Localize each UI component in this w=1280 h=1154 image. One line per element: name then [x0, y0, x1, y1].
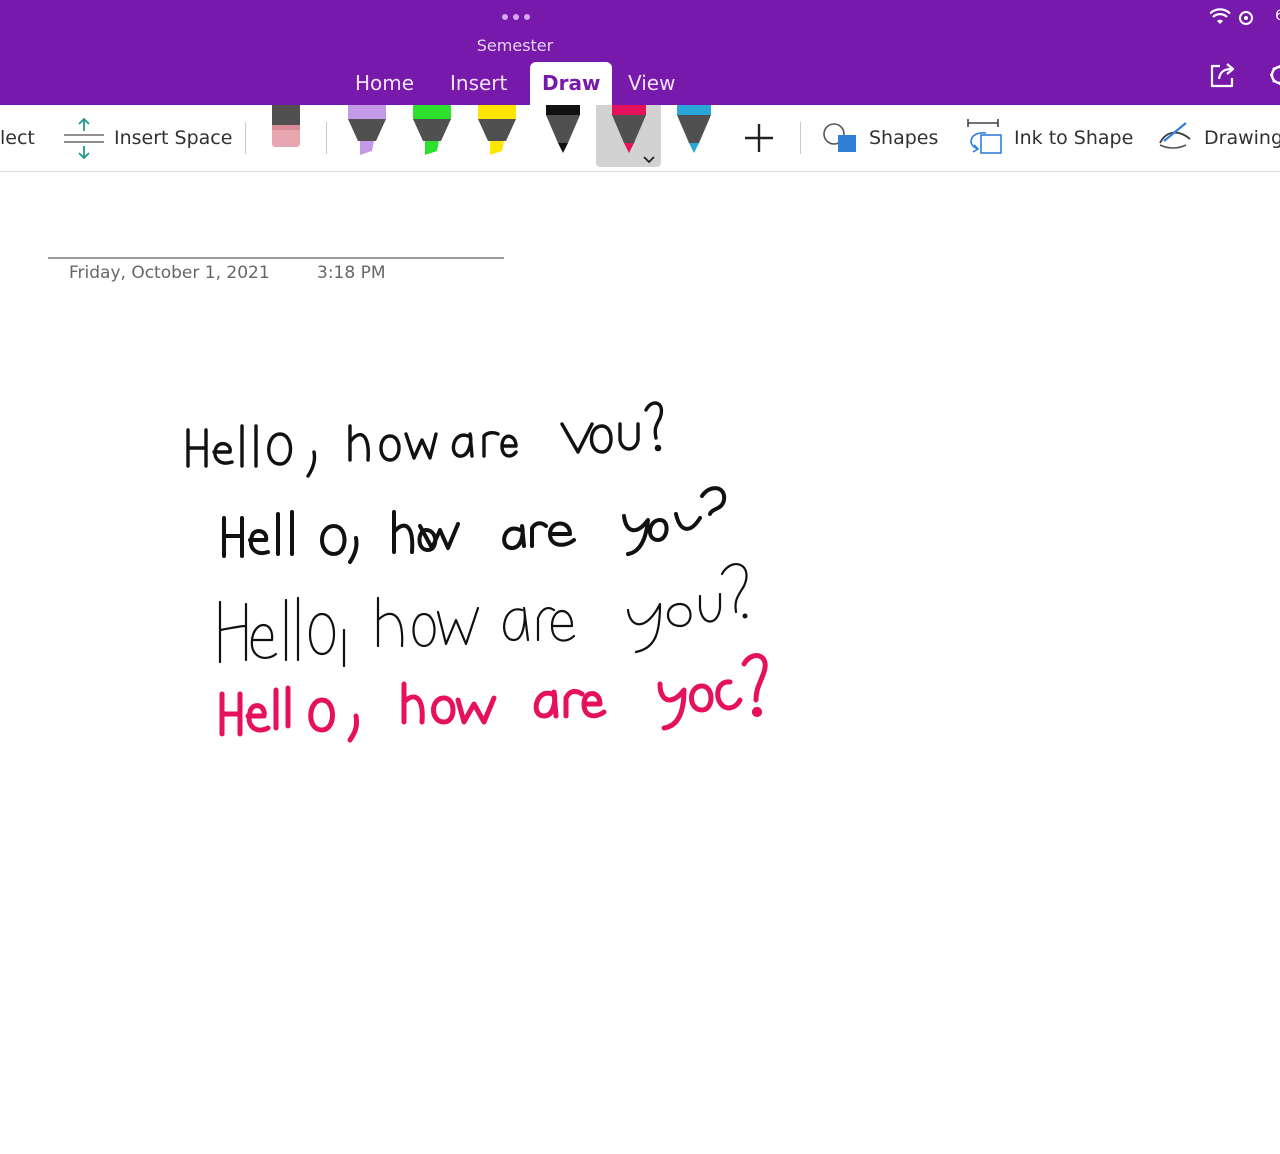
handwriting-line: [219, 653, 768, 743]
handwriting-line: [222, 486, 727, 564]
handwriting-line: [186, 401, 664, 478]
handwriting-line: [218, 563, 748, 668]
ink-canvas[interactable]: [0, 0, 1280, 1154]
